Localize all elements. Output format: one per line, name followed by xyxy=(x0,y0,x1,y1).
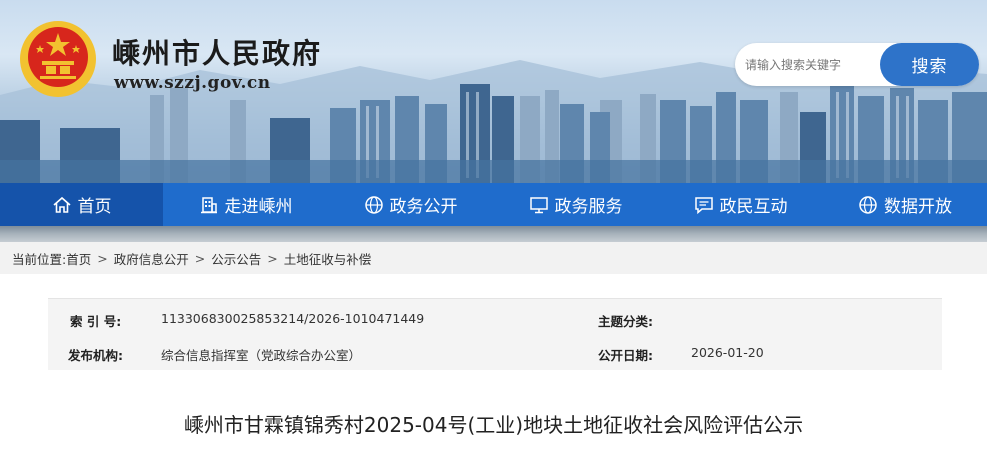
publisher-label: 发布机构: xyxy=(68,348,123,363)
breadcrumb-separator: > xyxy=(267,250,278,266)
search-box: 搜索 xyxy=(735,43,979,86)
breadcrumb-item-notice[interactable]: 公示公告 xyxy=(211,249,261,268)
breadcrumb-item-home[interactable]: 首页 xyxy=(66,249,91,268)
article-title: 嵊州市甘霖镇锦秀村2025-04号(工业)地块土地征收社会风险评估公示 xyxy=(183,413,804,437)
nav-label: 走进嵊州 xyxy=(224,197,293,217)
nav-item-open-data[interactable]: 数据开放 xyxy=(823,183,987,226)
search-button[interactable]: 搜索 xyxy=(880,43,979,86)
globe-icon xyxy=(859,195,877,214)
header-banner: 嵊州市人民政府 www.szzj.gov.cn 搜索 xyxy=(0,0,987,183)
nav-label: 数据开放 xyxy=(884,197,952,217)
index-number-label: 索 引 号: xyxy=(70,314,122,329)
breadcrumb-item-gov-info[interactable]: 政府信息公开 xyxy=(114,249,189,268)
topic-label: 主题分类: xyxy=(598,314,653,329)
search-input[interactable] xyxy=(745,51,880,78)
home-icon xyxy=(52,196,71,213)
nav-item-gov-open[interactable]: 政务公开 xyxy=(328,183,493,226)
globe-icon xyxy=(364,195,383,214)
breadcrumb-prefix: 当前位置: xyxy=(12,251,67,267)
nav-label: 政务服务 xyxy=(554,197,623,217)
decorative-strip xyxy=(0,226,987,242)
nav-label: 政民互动 xyxy=(719,197,788,217)
breadcrumb-separator: > xyxy=(97,250,108,266)
national-emblem-icon xyxy=(20,21,96,97)
nav-item-home[interactable]: 首页 xyxy=(0,183,163,226)
nav-item-about[interactable]: 走进嵊州 xyxy=(163,183,328,226)
document-info-table: 索 引 号: 113306830025853214/2026-101047144… xyxy=(48,298,942,370)
nav-item-gov-service[interactable]: 政务服务 xyxy=(493,183,658,226)
breadcrumb-item-land[interactable]: 土地征收与补偿 xyxy=(284,249,372,268)
breadcrumb-separator: > xyxy=(194,250,206,266)
message-icon xyxy=(694,196,713,214)
nav-label: 首页 xyxy=(77,197,112,217)
nav-label: 政务公开 xyxy=(389,197,458,217)
publish-date-value: 2026-01-20 xyxy=(691,345,764,360)
monitor-icon xyxy=(529,196,548,213)
breadcrumb: 当前位置: 首页 > 政府信息公开 > 公示公告 > 土地征收与补偿 xyxy=(0,242,987,274)
publisher-value: 综合信息指挥室（党政综合办公室） xyxy=(161,348,362,363)
main-nav: 首页 走进嵊州 政务公开 政务服务 政民互动 数据开放 xyxy=(0,183,987,226)
publish-date-label: 公开日期: xyxy=(598,348,653,363)
building-icon xyxy=(200,196,217,213)
nav-item-interaction[interactable]: 政民互动 xyxy=(658,183,823,226)
site-url: www.szzj.gov.cn xyxy=(114,73,271,93)
index-number-value: 113306830025853214/2026-1010471449 xyxy=(161,311,425,326)
site-title: 嵊州市人民政府 xyxy=(112,37,323,70)
